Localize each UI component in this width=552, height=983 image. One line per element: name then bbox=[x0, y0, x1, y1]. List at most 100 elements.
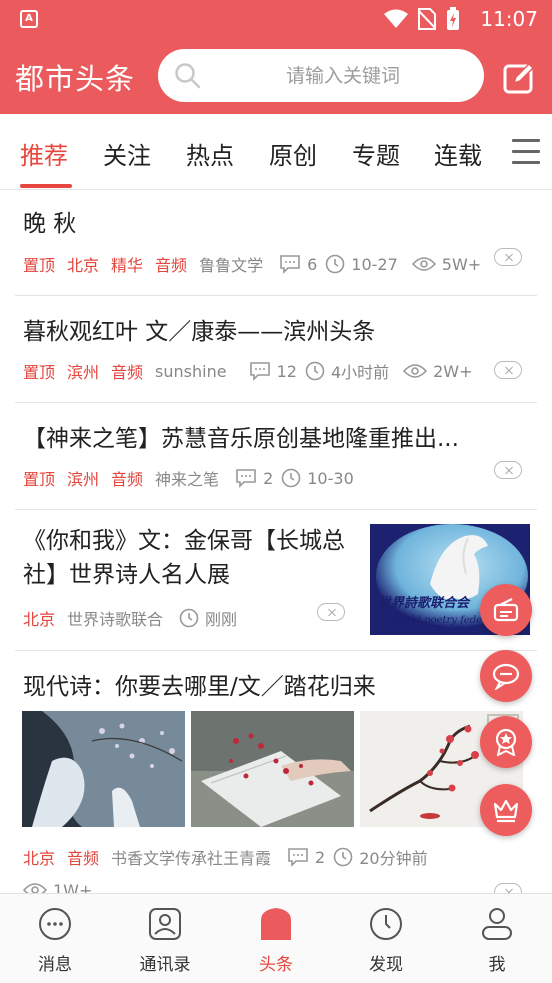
news-source[interactable]: 神来之笔 bbox=[155, 466, 219, 490]
tag-pinned[interactable]: 置顶 bbox=[23, 359, 55, 383]
clock-icon bbox=[281, 468, 301, 488]
eye-icon bbox=[411, 256, 436, 272]
tab-topic[interactable]: 专题 bbox=[352, 136, 400, 171]
svg-text:world poetry feder: world poetry feder bbox=[392, 615, 488, 626]
user-profile-icon bbox=[482, 908, 512, 940]
app-header: 都市头条 bbox=[0, 38, 552, 114]
comment-count: 2 bbox=[263, 468, 274, 488]
news-title: 暮秋观红叶 文／康泰——滨州头条 bbox=[23, 319, 376, 345]
wifi-icon bbox=[384, 9, 408, 28]
dismiss-button[interactable] bbox=[494, 361, 522, 379]
tag-featured[interactable]: 精华 bbox=[111, 252, 143, 276]
view-count: 2W+ bbox=[433, 361, 473, 381]
app-notification-icon: A bbox=[20, 10, 38, 28]
crown-icon bbox=[493, 799, 519, 823]
tab-follow[interactable]: 关注 bbox=[103, 136, 151, 171]
active-tab-indicator bbox=[20, 184, 72, 188]
publish-time: 20分钟前 bbox=[359, 849, 428, 868]
news-source[interactable]: sunshine bbox=[155, 362, 227, 381]
tab-menu-icon[interactable] bbox=[512, 139, 540, 165]
news-item[interactable]: 【神来之笔】苏慧音乐原创基地隆重推出... 置顶 滨州 音频 神来之笔 2 10… bbox=[15, 403, 537, 510]
news-title: 晚 秋 bbox=[23, 211, 77, 237]
publish-time: 4小时前 bbox=[330, 363, 390, 382]
news-source[interactable]: 书香文学传承社王青霞 bbox=[111, 845, 271, 869]
news-feed: 晚 秋 置顶 北京 精华 音频 鲁鲁文学 6 10-27 5W+ 暮秋观红叶 文… bbox=[0, 190, 552, 893]
tab-hot[interactable]: 热点 bbox=[186, 136, 234, 171]
petals-book-image bbox=[191, 711, 354, 827]
news-thumbnail[interactable] bbox=[191, 711, 354, 827]
chat-bubble-icon bbox=[492, 663, 520, 690]
news-item[interactable]: 现代诗：你要去哪里/文／踏花归来 北京 音频 书香文学传承社王青霞 2 20分钟… bbox=[15, 651, 537, 893]
nav-discover[interactable]: 发现 bbox=[331, 894, 441, 983]
battery-charging-icon bbox=[447, 7, 459, 30]
news-meta: 置顶 北京 精华 音频 鲁鲁文学 6 10-27 5W+ bbox=[23, 252, 481, 276]
nav-label: 消息 bbox=[38, 955, 72, 975]
tag-location[interactable]: 北京 bbox=[23, 845, 55, 869]
news-item[interactable]: 晚 秋 置顶 北京 精华 音频 鲁鲁文学 6 10-27 5W+ bbox=[15, 190, 537, 296]
nav-headlines[interactable]: 头条 bbox=[221, 894, 331, 983]
publish-time: 10-30 bbox=[307, 468, 354, 488]
tag-audio[interactable]: 音频 bbox=[155, 252, 187, 276]
eye-icon bbox=[23, 882, 47, 893]
view-count: 5W+ bbox=[441, 254, 482, 274]
no-sim-icon bbox=[418, 8, 436, 30]
comment-count: 2 bbox=[315, 847, 326, 867]
tag-location[interactable]: 滨州 bbox=[67, 359, 99, 383]
badge-fab[interactable] bbox=[480, 716, 532, 768]
search-input[interactable] bbox=[218, 59, 468, 92]
nav-messages[interactable]: 消息 bbox=[0, 894, 110, 983]
eye-icon bbox=[403, 363, 428, 379]
status-bar: A 11:07 bbox=[0, 0, 552, 38]
tag-pinned[interactable]: 置顶 bbox=[23, 466, 55, 490]
comment-count: 12 bbox=[276, 361, 297, 381]
dismiss-button[interactable] bbox=[494, 248, 522, 266]
nav-label: 发现 bbox=[369, 955, 403, 975]
contacts-icon bbox=[149, 908, 181, 940]
bottom-navigation: 消息 通讯录 头条 发现 我 bbox=[0, 893, 552, 983]
edit-post-icon[interactable] bbox=[502, 61, 536, 95]
medal-icon bbox=[495, 728, 517, 756]
clock-icon bbox=[179, 608, 199, 628]
news-meta: 北京 世界诗歌联合 刚刚 bbox=[23, 606, 237, 630]
clock-icon bbox=[305, 361, 325, 381]
publish-time: 10-27 bbox=[351, 254, 398, 274]
chat-fab[interactable] bbox=[480, 650, 532, 702]
news-title: 《你和我》文：金保哥【长城总社】世界诗人名人展 bbox=[23, 528, 345, 588]
dismiss-button[interactable] bbox=[494, 461, 522, 479]
headlines-home-icon bbox=[261, 908, 291, 940]
comment-count: 6 bbox=[307, 254, 318, 274]
news-thumbnail[interactable] bbox=[22, 711, 185, 827]
nav-label: 头条 bbox=[259, 955, 293, 975]
tag-audio[interactable]: 音频 bbox=[111, 359, 143, 383]
news-meta: 北京 音频 书香文学传承社王青霞 2 20分钟前 bbox=[23, 845, 428, 869]
nav-label: 通讯录 bbox=[139, 955, 191, 975]
message-bubble-icon bbox=[39, 908, 71, 940]
tag-location[interactable]: 北京 bbox=[23, 606, 55, 630]
discover-clock-icon bbox=[370, 908, 402, 940]
tab-serial[interactable]: 连载 bbox=[434, 136, 482, 171]
tag-location[interactable]: 北京 bbox=[67, 252, 99, 276]
tag-location[interactable]: 滨州 bbox=[67, 466, 99, 490]
search-icon bbox=[175, 63, 201, 89]
tag-audio[interactable]: 音频 bbox=[111, 466, 143, 490]
svg-text:世界詩歌联合会: 世界詩歌联合会 bbox=[378, 595, 471, 611]
view-count: 1W+ bbox=[53, 880, 93, 894]
dismiss-button[interactable] bbox=[494, 883, 522, 893]
vip-fab[interactable] bbox=[480, 784, 532, 836]
tag-audio[interactable]: 音频 bbox=[67, 845, 99, 869]
comment-icon bbox=[279, 254, 301, 274]
tab-original[interactable]: 原创 bbox=[269, 136, 317, 171]
news-source[interactable]: 鲁鲁文学 bbox=[199, 252, 263, 276]
tab-recommend[interactable]: 推荐 bbox=[20, 136, 68, 171]
nav-contacts[interactable]: 通讯录 bbox=[110, 894, 220, 983]
search-bar[interactable] bbox=[158, 49, 484, 102]
nav-me[interactable]: 我 bbox=[442, 894, 552, 983]
dismiss-button[interactable] bbox=[317, 603, 345, 621]
news-item[interactable]: 《你和我》文：金保哥【长城总社】世界诗人名人展 北京 世界诗歌联合 刚刚 世界詩… bbox=[15, 510, 537, 651]
news-source[interactable]: 世界诗歌联合 bbox=[67, 606, 163, 630]
radio-fab[interactable] bbox=[480, 584, 532, 636]
news-item[interactable]: 暮秋观红叶 文／康泰——滨州头条 置顶 滨州 音频 sunshine 12 4小… bbox=[15, 296, 537, 403]
tag-pinned[interactable]: 置顶 bbox=[23, 252, 55, 276]
comment-icon bbox=[249, 361, 271, 381]
news-title: 现代诗：你要去哪里/文／踏花归来 bbox=[23, 674, 376, 700]
